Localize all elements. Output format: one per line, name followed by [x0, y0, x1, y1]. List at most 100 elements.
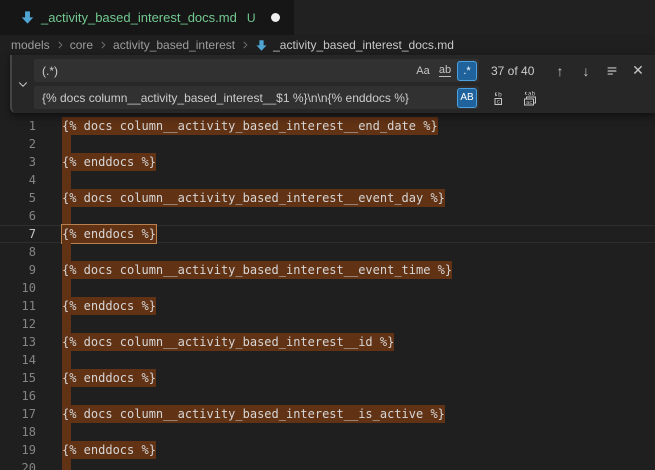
empty-line-match[interactable] — [62, 351, 71, 369]
results-count: 37 of 40 — [491, 64, 534, 78]
line-number: 15 — [0, 369, 36, 387]
whole-word-icon[interactable]: ab — [435, 61, 455, 81]
code-text-match[interactable]: {% docs column__activity_based_interest_… — [62, 261, 452, 279]
previous-match-button[interactable]: ↑ — [549, 60, 571, 82]
tab-active-file[interactable]: _activity_based_interest_docs.md U — [0, 0, 294, 35]
unsaved-dot-icon[interactable] — [271, 13, 280, 22]
editor-line[interactable]: 6 — [0, 207, 655, 225]
find-replace-widget: (.*) Aa ab .* 37 of 40 ↑ ↓ ✕ — [10, 55, 655, 113]
chevron-down-icon — [17, 78, 29, 90]
empty-line-match[interactable] — [62, 387, 71, 405]
breadcrumb-item-file[interactable]: _activity_based_interest_docs.md — [255, 38, 454, 52]
git-status-badge: U — [247, 11, 256, 25]
markdown-file-icon — [255, 39, 268, 52]
editor-line[interactable]: 3 {% enddocs %} — [0, 153, 655, 171]
empty-line-match[interactable] — [62, 423, 71, 441]
line-number: 20 — [0, 459, 36, 470]
code-text-match[interactable]: {% docs column__activity_based_interest_… — [62, 189, 445, 207]
close-button[interactable]: ✕ — [627, 60, 649, 82]
tab-filename: _activity_based_interest_docs.md — [41, 10, 237, 25]
editor-line[interactable]: 20 — [0, 459, 655, 470]
empty-line-match[interactable] — [62, 459, 71, 470]
line-number: 3 — [0, 153, 36, 171]
find-in-selection-icon — [605, 64, 619, 78]
line-number: 13 — [0, 333, 36, 351]
code-text-match[interactable]: {% docs column__activity_based_interest_… — [62, 405, 445, 423]
regex-icon[interactable]: .* — [457, 61, 477, 81]
replace-icon: b c — [492, 90, 508, 106]
editor-line[interactable]: 8 — [0, 243, 655, 261]
svg-text:c: c — [497, 98, 501, 105]
svg-text:ab: ab — [528, 90, 536, 97]
editor-line[interactable]: 16 — [0, 387, 655, 405]
code-text-match[interactable]: {% docs column__activity_based_interest_… — [62, 333, 394, 351]
find-actions: ↑ ↓ ✕ — [549, 60, 649, 82]
replace-actions: b c ab ac — [489, 87, 541, 109]
editor-line[interactable]: 19 {% enddocs %} — [0, 441, 655, 459]
editor-line[interactable]: 2 — [0, 135, 655, 153]
code-text-match[interactable]: {% docs column__activity_based_interest_… — [62, 117, 438, 135]
editor-line[interactable]: 12 — [0, 315, 655, 333]
line-number: 4 — [0, 171, 36, 189]
editor-line[interactable]: 9 {% docs column__activity_based_interest… — [0, 261, 655, 279]
empty-line-match[interactable] — [62, 207, 71, 225]
next-match-button[interactable]: ↓ — [575, 60, 597, 82]
empty-line-match[interactable] — [62, 135, 71, 153]
line-number: 5 — [0, 189, 36, 207]
replace-input[interactable]: {% docs column__activity_based_interest_… — [34, 86, 479, 109]
line-number: 12 — [0, 315, 36, 333]
editor[interactable]: 1{% docs column__activity_based_interest… — [0, 55, 655, 470]
line-number: 7 — [0, 225, 36, 243]
chevron-right-icon — [55, 40, 65, 50]
code-text-match[interactable]: {% enddocs %} — [62, 225, 156, 243]
code-text-match[interactable]: {% enddocs %} — [62, 441, 156, 459]
code-text-match[interactable]: {% enddocs %} — [62, 297, 156, 315]
editor-line[interactable]: 7 {% enddocs %} — [0, 225, 655, 243]
empty-line-match[interactable] — [62, 315, 71, 333]
code-text-match[interactable]: {% enddocs %} — [62, 369, 156, 387]
breadcrumb-item[interactable]: models — [11, 38, 50, 52]
editor-line[interactable]: 13 {% docs column__activity_based_interes… — [0, 333, 655, 351]
search-input[interactable]: (.*) Aa ab .* — [34, 59, 479, 82]
editor-line[interactable]: 4 — [0, 171, 655, 189]
replace-all-icon: ab ac — [522, 90, 538, 106]
breadcrumb-item[interactable]: core — [70, 38, 93, 52]
chevron-right-icon — [240, 40, 250, 50]
replace-value: {% docs column__activity_based_interest_… — [34, 91, 457, 105]
empty-line-match[interactable] — [62, 171, 71, 189]
svg-text:b: b — [498, 91, 502, 98]
editor-line[interactable]: 15 {% enddocs %} — [0, 369, 655, 387]
empty-line-match[interactable] — [62, 243, 71, 261]
editor-line[interactable]: 11{% enddocs %} — [0, 297, 655, 315]
line-number: 16 — [0, 387, 36, 405]
toggle-replace-button[interactable] — [12, 59, 34, 109]
empty-line-match[interactable] — [62, 279, 71, 297]
markdown-file-icon — [20, 10, 35, 25]
line-number: 17 — [0, 405, 36, 423]
line-number: 9 — [0, 261, 36, 279]
replace-all-button[interactable]: ab ac — [519, 87, 541, 109]
editor-line[interactable]: 18 — [0, 423, 655, 441]
editor-line[interactable]: 1{% docs column__activity_based_interest… — [0, 117, 655, 135]
line-number: 10 — [0, 279, 36, 297]
editor-line[interactable]: 14 — [0, 351, 655, 369]
breadcrumb: models core activity_based_interest _activi… — [0, 35, 655, 55]
breadcrumb-item[interactable]: activity_based_interest — [113, 38, 235, 52]
find-in-selection-button[interactable] — [601, 60, 623, 82]
replace-button[interactable]: b c — [489, 87, 511, 109]
editor-line[interactable]: 10 — [0, 279, 655, 297]
line-number: 19 — [0, 441, 36, 459]
line-number: 6 — [0, 207, 36, 225]
breadcrumb-file-label: _activity_based_interest_docs.md — [273, 38, 454, 52]
svg-text:ac: ac — [526, 99, 533, 106]
match-case-icon[interactable]: Aa — [413, 61, 433, 81]
line-number: 18 — [0, 423, 36, 441]
arrow-down-icon: ↓ — [583, 63, 590, 79]
editor-lines: 1{% docs column__activity_based_interest… — [0, 55, 655, 470]
preserve-case-icon[interactable]: AB — [457, 88, 477, 108]
editor-line[interactable]: 5 {% docs column__activity_based_interest… — [0, 189, 655, 207]
find-row: (.*) Aa ab .* 37 of 40 ↑ ↓ ✕ — [34, 59, 649, 82]
editor-line[interactable]: 17 {% docs column__activity_based_interes… — [0, 405, 655, 423]
code-text-match[interactable]: {% enddocs %} — [62, 153, 156, 171]
line-number: 8 — [0, 243, 36, 261]
